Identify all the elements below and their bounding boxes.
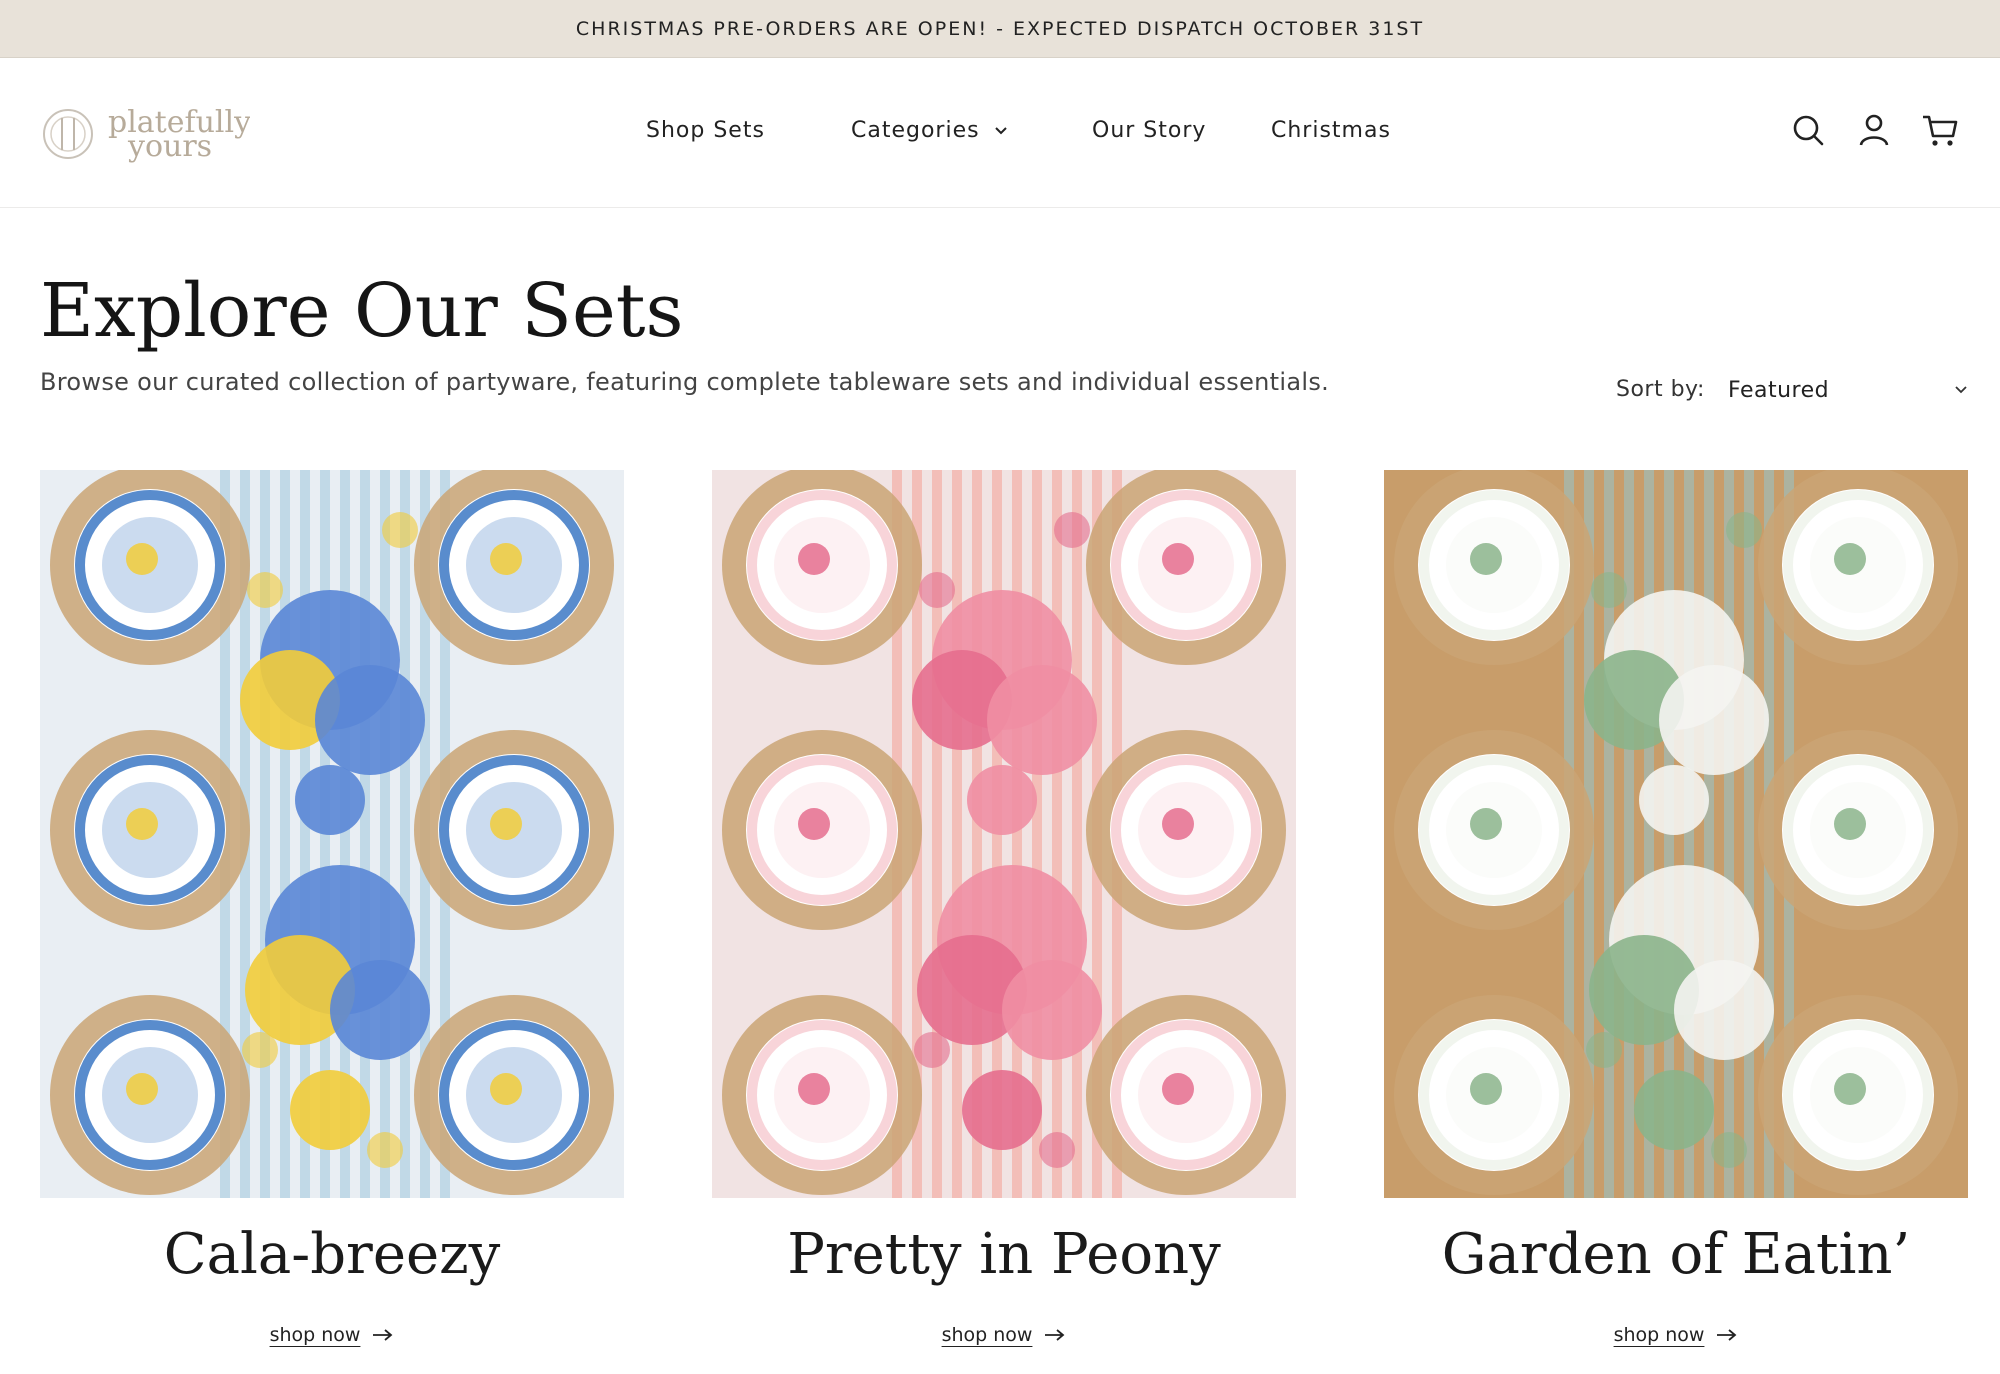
- shop-now-label: shop now: [269, 1324, 361, 1346]
- page-title: Explore Our Sets: [40, 268, 684, 354]
- nav-shop-sets-label: Shop Sets: [646, 118, 765, 143]
- product-title[interactable]: Garden of Eatin’: [1384, 1222, 1968, 1287]
- nav-shop-sets[interactable]: Shop Sets: [646, 118, 765, 143]
- nav-our-story-label: Our Story: [1092, 118, 1207, 143]
- sort-label: Sort by:: [1616, 377, 1705, 402]
- product-image[interactable]: [40, 470, 624, 1198]
- logo-mark: platefully yours: [43, 105, 251, 164]
- nav-christmas-label: Christmas: [1271, 118, 1391, 143]
- account-icon: [1859, 114, 1889, 146]
- product-title[interactable]: Pretty in Peony: [712, 1222, 1296, 1287]
- sort-select[interactable]: Featured: [1728, 368, 1968, 412]
- nav-christmas[interactable]: Christmas: [1271, 118, 1391, 143]
- shop-now-link[interactable]: shop now: [1384, 1324, 1968, 1346]
- arrow-right-icon: [373, 1329, 393, 1341]
- product-card-garden-of-eatin[interactable]: Garden of Eatin’ shop now: [1384, 470, 1968, 1370]
- shop-now-link[interactable]: shop now: [712, 1324, 1296, 1346]
- product-card-pretty-in-peony[interactable]: Pretty in Peony shop now: [712, 470, 1296, 1370]
- search-icon: [1793, 115, 1824, 146]
- product-image[interactable]: [712, 470, 1296, 1198]
- account-button[interactable]: [1854, 110, 1894, 150]
- shop-now-link[interactable]: shop now: [40, 1324, 624, 1346]
- tablescape-illustration: [712, 470, 1296, 1198]
- tablescape-illustration: [1384, 470, 1968, 1198]
- shop-now-label: shop now: [1613, 1324, 1705, 1346]
- page-subtitle: Browse our curated collection of partywa…: [40, 368, 1330, 396]
- cart-button[interactable]: [1920, 110, 1960, 150]
- product-image[interactable]: [1384, 470, 1968, 1198]
- tablescape-illustration: [40, 470, 624, 1198]
- nav-categories[interactable]: Categories: [851, 118, 1008, 143]
- sort-selected-value: Featured: [1728, 377, 1830, 403]
- arrow-right-icon: [1045, 1329, 1065, 1341]
- nav-categories-label: Categories: [851, 118, 980, 143]
- product-card-cala-breezy[interactable]: Cala-breezy shop now: [40, 470, 624, 1370]
- chevron-down-icon: [994, 126, 1007, 134]
- logo-text-line2: yours: [127, 129, 212, 164]
- logo[interactable]: platefully yours: [40, 98, 251, 168]
- nav-our-story[interactable]: Our Story: [1092, 118, 1206, 143]
- announcement-bar: CHRISTMAS PRE-ORDERS ARE OPEN! - EXPECTE…: [0, 0, 2000, 58]
- chevron-down-icon: [1955, 386, 1967, 394]
- arrow-right-icon: [1717, 1329, 1737, 1341]
- announcement-text: CHRISTMAS PRE-ORDERS ARE OPEN! - EXPECTE…: [575, 17, 1425, 40]
- shop-now-label: shop now: [941, 1324, 1033, 1346]
- product-title[interactable]: Cala-breezy: [40, 1222, 624, 1287]
- search-button[interactable]: [1788, 110, 1828, 150]
- cart-icon: [1923, 115, 1958, 146]
- site-header: platefully yours Shop Sets Categories Ou…: [0, 58, 2000, 208]
